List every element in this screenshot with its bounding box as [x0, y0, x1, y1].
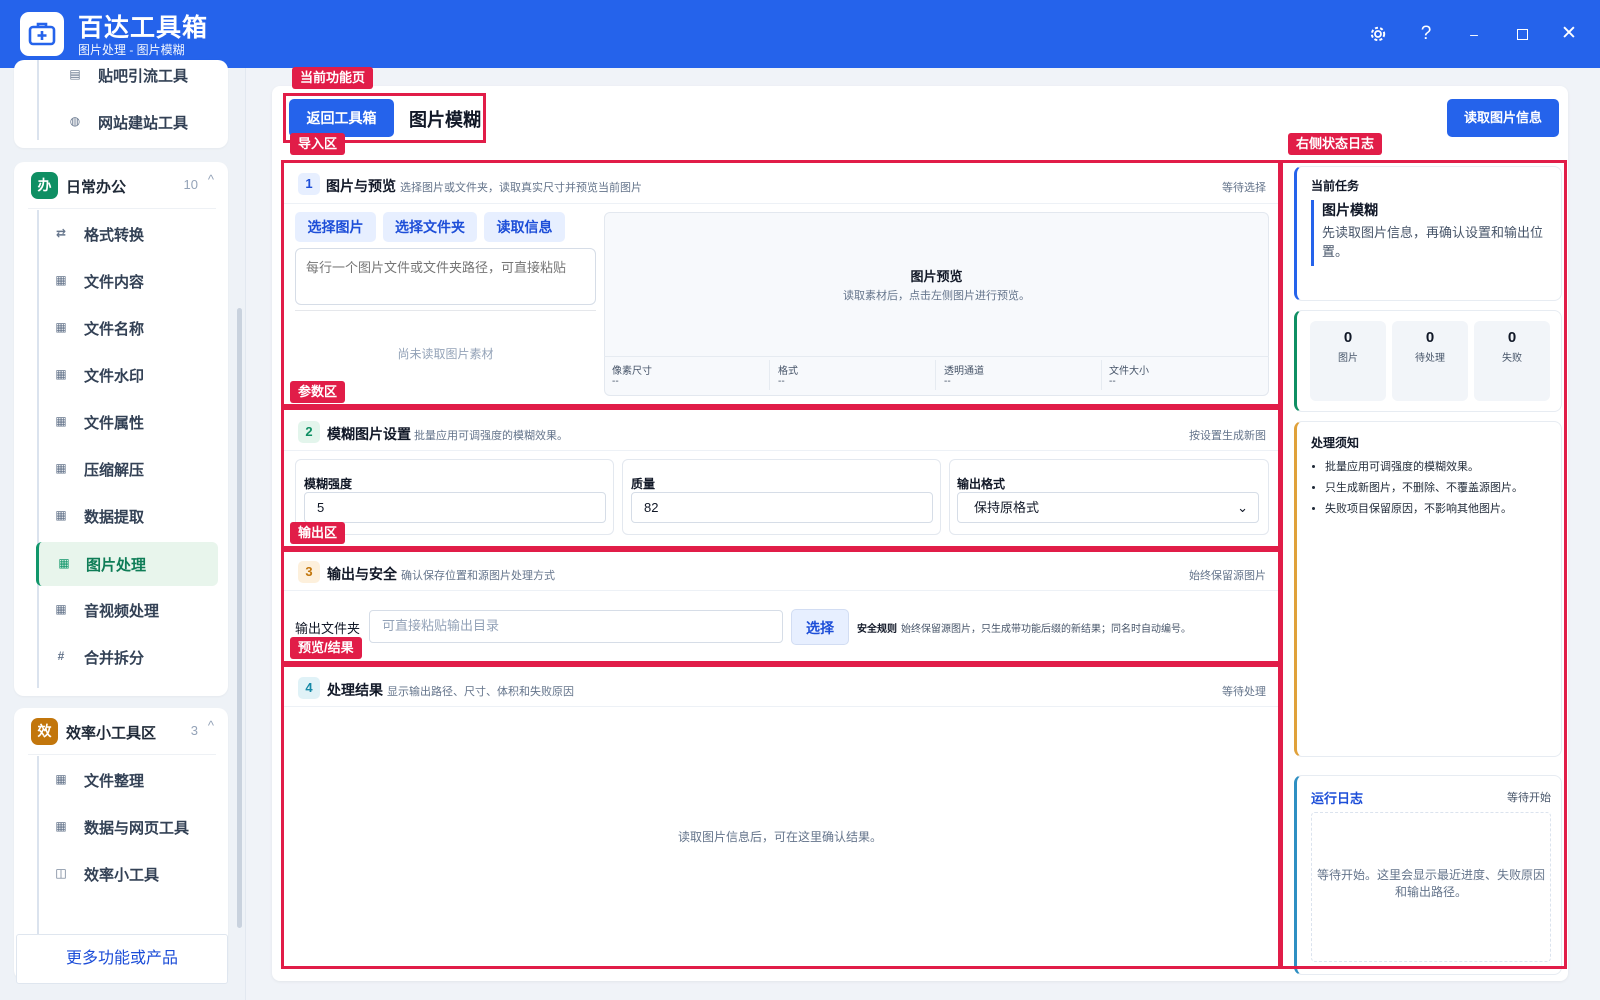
help-icon: ? — [1420, 23, 1432, 44]
sidebar-item-label: 网站建站工具 — [98, 115, 189, 132]
grid-icon: ▦ — [55, 508, 67, 522]
sidebar-item-label: 效率小工具 — [84, 867, 160, 884]
hash-icon: # — [57, 649, 65, 663]
sidebar-item-label: 文件水印 — [84, 368, 145, 385]
sidebar-item-file-content[interactable]: ▦ 文件内容 — [23, 261, 203, 301]
sidebar-scrollbar[interactable] — [237, 308, 242, 928]
chevron-up-icon: ^ — [207, 172, 214, 187]
grid-icon: ▦ — [55, 273, 67, 287]
sidebar-item-label: 合并拆分 — [84, 650, 145, 667]
sidebar-item-label: 文件整理 — [84, 773, 145, 790]
sidebar-item-av-processing[interactable]: ▦ 音视频处理 — [23, 590, 203, 630]
sidebar-item-label: 压缩解压 — [84, 462, 145, 479]
grid-icon: ▦ — [55, 367, 67, 381]
sidebar-item-label: 文件内容 — [84, 274, 145, 291]
grid-icon: ▦ — [55, 602, 67, 616]
app-title: 百达工具箱 — [78, 14, 209, 42]
sidebar-item-label: 格式转换 — [84, 227, 145, 244]
minimize-button[interactable]: – — [1462, 22, 1486, 46]
grid-icon: ▦ — [55, 819, 67, 833]
group-header-efficiency[interactable]: 效 效率小工具区 3 ^ — [14, 708, 228, 754]
group-header-office[interactable]: 办 日常办公 10 ^ — [14, 162, 228, 208]
sidebar-item-tieba[interactable]: ▤ 贴吧引流工具 — [37, 55, 217, 95]
sidebar-item-merge-split[interactable]: # 合并拆分 — [23, 637, 203, 677]
annotation-tag-output: 输出区 — [290, 522, 346, 544]
grid-icon: ▦ — [55, 320, 67, 334]
box-icon: ◫ — [55, 866, 67, 880]
annotation-box-right-log — [1280, 160, 1567, 969]
help-button[interactable]: ? — [1414, 22, 1438, 46]
annotation-box-output — [281, 549, 1281, 664]
annotation-tag-preview: 预览/结果 — [290, 637, 362, 659]
app-logo — [20, 12, 64, 56]
sidebar-item-label: 文件属性 — [84, 415, 145, 432]
annotation-box-params — [281, 407, 1281, 549]
group-badge: 效 — [31, 718, 58, 745]
sidebar-item-label: 图片处理 — [86, 557, 147, 574]
grid-icon: ▦ — [55, 772, 67, 786]
title-bar: 百达工具箱 图片处理 - 图片模糊 ? – ✕ — [0, 0, 1600, 68]
annotation-box-import — [281, 160, 1281, 407]
minimize-icon: – — [1470, 26, 1478, 42]
globe-icon: ◍ — [69, 114, 81, 128]
group-name: 日常办公 — [66, 179, 127, 196]
sidebar-item-file-organize[interactable]: ▦ 文件整理 — [23, 760, 203, 800]
group-count: 10 — [183, 177, 198, 192]
annotation-box-preview — [281, 664, 1281, 969]
sidebar-item-compress[interactable]: ▦ 压缩解压 — [23, 449, 203, 489]
sidebar-card-top: ▤ 贴吧引流工具 ◍ 网站建站工具 — [14, 60, 228, 148]
maximize-icon — [1516, 29, 1528, 40]
sidebar-item-file-watermark[interactable]: ▦ 文件水印 — [23, 355, 203, 395]
sidebar-item-label: 数据与网页工具 — [84, 820, 190, 837]
annotation-tag-current-page: 当前功能页 — [292, 67, 374, 89]
sidebar-item-file-properties[interactable]: ▦ 文件属性 — [23, 402, 203, 442]
sidebar-item-format-convert[interactable]: ⇄ 格式转换 — [23, 214, 203, 254]
sidebar-item-image-processing[interactable]: ▦ 图片处理 — [36, 542, 218, 586]
sidebar-item-file-name[interactable]: ▦ 文件名称 — [23, 308, 203, 348]
group-badge: 办 — [31, 172, 58, 199]
grid-icon: ▦ — [58, 556, 70, 570]
more-products-button[interactable]: 更多功能或产品 — [16, 934, 228, 984]
grid-icon: ▦ — [55, 461, 67, 475]
sidebar-item-label: 数据提取 — [84, 509, 145, 526]
annotation-tag-params: 参数区 — [290, 381, 346, 403]
maximize-button[interactable] — [1510, 22, 1534, 46]
sidebar-item-data-web[interactable]: ▦ 数据与网页工具 — [23, 807, 203, 847]
sidebar-item-label: 文件名称 — [84, 321, 145, 338]
close-button[interactable]: ✕ — [1557, 22, 1581, 46]
sidebar-item-data-extract[interactable]: ▦ 数据提取 — [23, 496, 203, 536]
sidebar-item-label: 贴吧引流工具 — [98, 68, 189, 85]
group-count: 3 — [190, 723, 198, 738]
document-icon: ▤ — [69, 67, 81, 81]
toolbox-icon — [28, 22, 56, 46]
grid-icon: ▦ — [55, 414, 67, 428]
read-image-info-button[interactable]: 读取图片信息 — [1447, 99, 1559, 137]
sidebar: ▤ 贴吧引流工具 ◍ 网站建站工具 办 日常办公 10 ^ ⇄ 格式转换 ▦ 文… — [0, 60, 246, 1000]
annotation-tag-right-log: 右侧状态日志 — [1288, 133, 1383, 155]
sidebar-item-label: 音视频处理 — [84, 603, 160, 620]
group-name: 效率小工具区 — [66, 725, 157, 742]
sidebar-item-efficiency-tools[interactable]: ◫ 效率小工具 — [23, 854, 203, 894]
swap-icon: ⇄ — [55, 226, 67, 240]
chevron-up-icon: ^ — [207, 718, 214, 733]
gear-icon — [1370, 26, 1386, 42]
close-icon: ✕ — [1561, 23, 1577, 44]
sidebar-item-website[interactable]: ◍ 网站建站工具 — [37, 102, 217, 142]
settings-button[interactable] — [1366, 22, 1390, 46]
annotation-tag-import: 导入区 — [290, 133, 346, 155]
